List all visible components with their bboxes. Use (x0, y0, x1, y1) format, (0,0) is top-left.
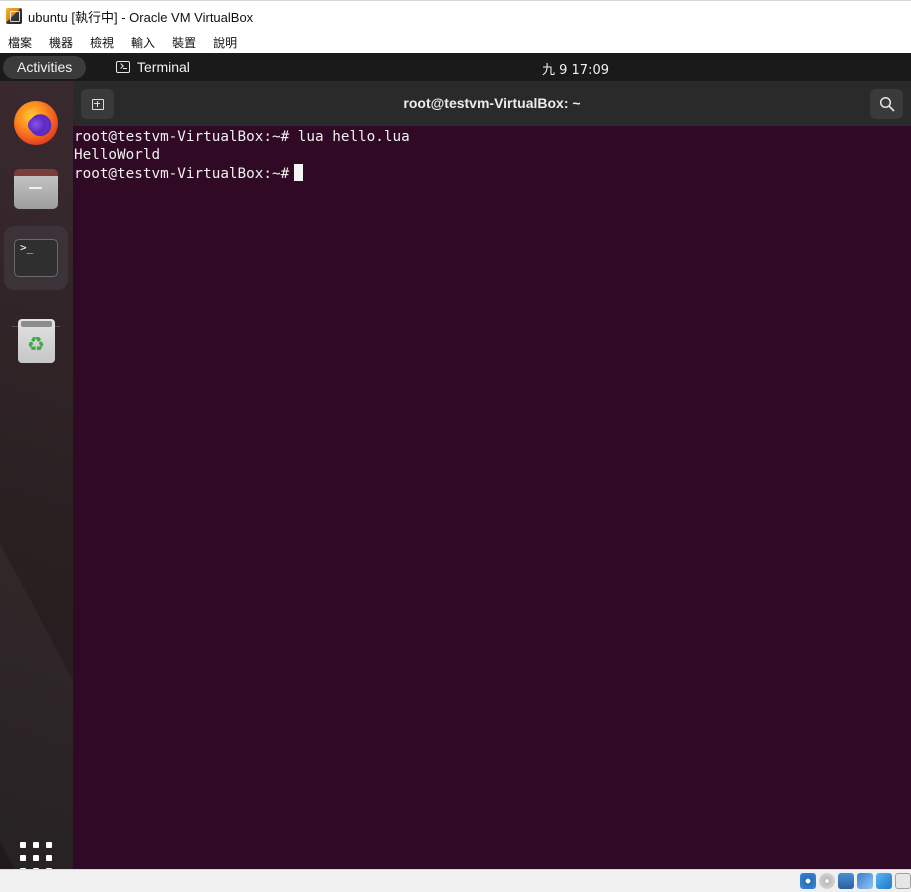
dock-background-shape (0, 501, 73, 869)
dock-item-firefox[interactable] (4, 91, 68, 155)
text-cursor (294, 164, 304, 181)
dock-item-terminal[interactable]: >_ (4, 226, 68, 290)
status-bar (0, 869, 911, 892)
terminal-glyph: >_ (20, 241, 34, 254)
grid-dot (46, 842, 52, 848)
status-icons (800, 873, 911, 889)
new-tab-icon (91, 98, 104, 110)
dock-item-files[interactable] (4, 157, 68, 221)
search-button[interactable] (870, 89, 903, 119)
terminal-icon: >_ (14, 239, 58, 277)
terminal-output[interactable]: root@testvm-VirtualBox:~# lua hello.lua … (73, 126, 911, 869)
terminal-line: HelloWorld (74, 147, 161, 163)
search-icon (879, 96, 894, 112)
terminal-prompt-line: root@testvm-VirtualBox:~# (74, 164, 911, 183)
menu-file[interactable]: 檔案 (8, 34, 32, 51)
grid-dot (33, 855, 39, 861)
menu-view[interactable]: 檢視 (90, 34, 114, 51)
grid-dot (46, 855, 52, 861)
app-menu[interactable]: Terminal (116, 57, 190, 77)
activities-button[interactable]: Activities (3, 56, 87, 79)
show-apps-grid-icon[interactable] (20, 842, 52, 869)
files-icon (14, 169, 58, 209)
menu-bar: 檔案 機器 檢視 輸入 裝置 說明 (0, 31, 911, 53)
terminal-prompt: root@testvm-VirtualBox:~# (74, 166, 290, 182)
window-titlebar: ubuntu [執行中] - Oracle VM VirtualBox (0, 0, 911, 31)
window-title: ubuntu [執行中] - Oracle VM VirtualBox (28, 9, 254, 25)
menu-devices[interactable]: 裝置 (172, 34, 196, 51)
guest-screen: Activities Terminal 九 9 17:09 >_ ♻ root@… (0, 53, 911, 869)
top-bar: Activities Terminal 九 9 17:09 (0, 53, 911, 81)
grid-dot (33, 842, 39, 848)
hard-disk-icon[interactable] (800, 873, 816, 889)
usb-icon[interactable] (838, 873, 854, 889)
network-icon[interactable] (857, 873, 873, 889)
clock[interactable]: 九 9 17:09 (542, 59, 609, 78)
terminal-title: root@testvm-VirtualBox: ~ (403, 95, 581, 111)
virtualbox-icon (6, 8, 22, 24)
trash-icon: ♻ (17, 319, 55, 363)
dock: >_ ♻ (0, 81, 73, 869)
new-tab-button[interactable] (81, 89, 114, 119)
menu-help[interactable]: 說明 (213, 34, 237, 51)
recycle-glyph: ♻ (27, 332, 45, 356)
terminal-headerbar: root@testvm-VirtualBox: ~ (73, 81, 911, 126)
app-menu-label: Terminal (137, 59, 190, 75)
shared-folder-icon[interactable] (876, 873, 892, 889)
menu-input[interactable]: 輸入 (131, 34, 155, 51)
terminal-line: root@testvm-VirtualBox:~# lua hello.lua (74, 129, 410, 145)
grid-dot (20, 855, 26, 861)
display-icon[interactable] (895, 873, 911, 889)
menu-machine[interactable]: 機器 (49, 34, 73, 51)
terminal-icon (116, 61, 130, 73)
dock-item-trash[interactable]: ♻ (4, 309, 68, 373)
grid-dot (20, 842, 26, 848)
firefox-icon (14, 101, 58, 145)
optical-drive-icon[interactable] (819, 873, 835, 889)
